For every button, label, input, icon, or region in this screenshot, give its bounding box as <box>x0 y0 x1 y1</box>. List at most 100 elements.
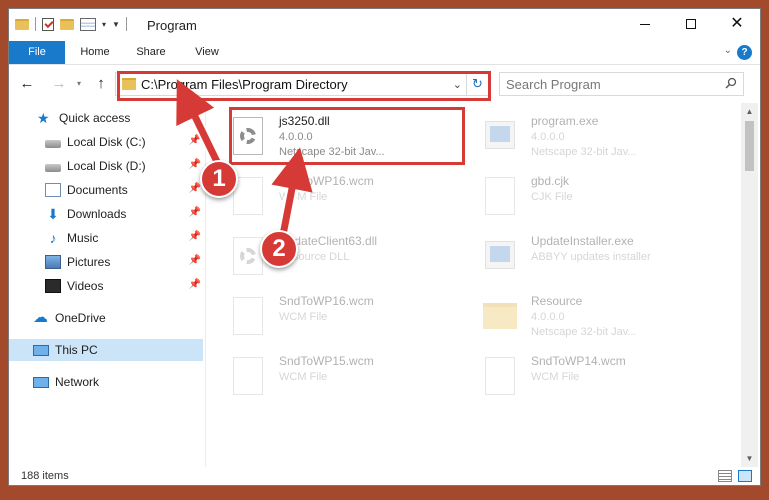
download-icon: ⬇ <box>47 206 59 222</box>
file-name: SndToWP16.wcm <box>279 174 374 188</box>
sidebar-item-onedrive[interactable]: ☁ OneDrive <box>9 307 203 329</box>
file-item-sndtowp14-wcm[interactable]: SndToWP14.wcm WCM File <box>483 351 723 403</box>
file-name: SndToWP15.wcm <box>279 354 374 368</box>
step-2-callout: 2 <box>260 230 298 268</box>
file-item-sndtowp15-wcm[interactable]: SndToWP15.wcm WCM File <box>231 351 471 403</box>
file-type: WCM File <box>531 371 580 383</box>
title-bar: ▾ ▼ Program ✕ <box>9 9 760 43</box>
sidebar-item-this-pc[interactable]: This PC <box>9 339 203 361</box>
tab-file[interactable]: File <box>9 41 65 64</box>
document-icon <box>483 177 517 217</box>
sidebar-item-documents[interactable]: Documents 📌 <box>9 179 203 201</box>
window-title: Program <box>147 18 197 33</box>
new-folder-icon[interactable] <box>60 18 74 30</box>
close-icon: ✕ <box>730 15 744 32</box>
vertical-scrollbar[interactable]: ▲ ▼ <box>741 103 758 467</box>
sidebar-item-label: OneDrive <box>55 311 106 325</box>
pin-icon[interactable]: 📌 <box>189 255 201 266</box>
file-type: CJK File <box>531 191 573 203</box>
quick-access-toolbar: ▾ ▼ <box>15 17 127 31</box>
sidebar-item-quick-access[interactable]: ★ Quick access <box>9 107 203 129</box>
properties-icon[interactable] <box>80 17 96 31</box>
pin-icon[interactable]: 📌 <box>189 231 201 242</box>
tab-home[interactable]: Home <box>73 41 117 64</box>
close-button[interactable]: ✕ <box>714 9 760 39</box>
documents-icon <box>45 183 61 197</box>
help-icon[interactable]: ? <box>737 45 752 60</box>
sidebar-item-label: Videos <box>67 279 104 293</box>
chevron-down-icon[interactable]: ▾ <box>102 20 106 29</box>
customize-toolbar-icon[interactable]: ▼ <box>112 20 120 29</box>
sidebar-item-music[interactable]: ♪ Music 📌 <box>9 227 203 249</box>
pin-icon[interactable]: 📌 <box>189 183 201 194</box>
maximize-icon <box>686 19 696 29</box>
exe-icon <box>483 117 517 157</box>
details-view-icon[interactable] <box>718 470 732 482</box>
file-item-updateinstaller-exe[interactable]: UpdateInstaller.exe ABBYY updates instal… <box>483 231 723 283</box>
navigation-pane: ★ Quick access Local Disk (C:) 📌 Local D… <box>9 103 205 467</box>
file-item-gbd-cjk[interactable]: gbd.cjk CJK File <box>483 171 723 223</box>
scroll-up-icon[interactable]: ▲ <box>741 103 758 120</box>
sidebar-item-label: Local Disk (C:) <box>67 135 146 149</box>
sidebar-item-pictures[interactable]: Pictures 📌 <box>9 251 203 273</box>
ribbon-tabs: File Home Share View ⌄ ? <box>9 41 760 65</box>
explorer-window: ▾ ▼ Program ✕ File Home Share View ⌄ ? ←… <box>8 8 761 486</box>
file-name: Resource <box>531 294 583 308</box>
recent-locations-icon[interactable]: ▾ <box>69 74 89 94</box>
maximize-button[interactable] <box>668 9 714 39</box>
search-box[interactable] <box>499 72 744 96</box>
sidebar-item-label: This PC <box>55 343 98 357</box>
scroll-down-icon[interactable]: ▼ <box>741 450 758 467</box>
folder-icon <box>15 18 29 30</box>
tab-view[interactable]: View <box>187 41 227 64</box>
file-item-sndtowp16-wcm[interactable]: SndToWP16.wcm WCM File <box>231 171 471 223</box>
sidebar-item-label: Network <box>55 375 100 389</box>
file-type: WCM File <box>279 191 328 203</box>
pin-icon[interactable]: 📌 <box>189 159 201 170</box>
pin-icon[interactable]: 📌 <box>189 279 201 290</box>
file-type: WCM File <box>279 371 328 383</box>
file-version: 4.0.0.0 <box>531 131 565 143</box>
exe-icon <box>483 237 517 277</box>
up-arrow-icon[interactable]: ↑ <box>91 74 111 94</box>
sidebar-item-videos[interactable]: Videos 📌 <box>9 275 203 297</box>
toolbar-divider <box>125 17 127 31</box>
file-name: program.exe <box>531 114 599 128</box>
search-icon[interactable] <box>725 77 737 89</box>
disk-icon <box>45 164 61 172</box>
sidebar-item-label: Documents <box>67 183 128 197</box>
file-item-resource[interactable]: Resource 4.0.0.0 Netscape 32-bit Jav... <box>483 291 723 343</box>
scrollbar-thumb[interactable] <box>745 121 754 171</box>
pin-icon[interactable]: 📌 <box>189 207 201 218</box>
sidebar-item-local-disk-d[interactable]: Local Disk (D:) 📌 <box>9 155 203 177</box>
expand-ribbon-icon[interactable]: ⌄ <box>724 45 732 56</box>
search-input[interactable] <box>506 77 716 92</box>
pane-splitter[interactable] <box>205 103 206 467</box>
step-1-callout: 1 <box>200 160 238 198</box>
file-highlight-box <box>229 107 465 165</box>
tab-share[interactable]: Share <box>129 41 173 64</box>
file-name: SndToWP14.wcm <box>531 354 626 368</box>
file-name: gbd.cjk <box>531 174 570 188</box>
pictures-icon <box>45 255 61 269</box>
document-icon <box>483 357 517 397</box>
forward-arrow-icon[interactable]: → <box>49 74 69 94</box>
tiles-view-icon[interactable] <box>738 470 752 482</box>
status-bar: 188 items <box>9 467 760 485</box>
pin-icon[interactable]: 📌 <box>189 135 201 146</box>
this-pc-icon <box>33 344 49 356</box>
back-arrow-icon[interactable]: ← <box>17 74 37 94</box>
document-icon <box>231 357 265 397</box>
onedrive-icon: ☁ <box>33 309 48 326</box>
sidebar-item-local-disk-c[interactable]: Local Disk (C:) 📌 <box>9 131 203 153</box>
sidebar-item-label: Local Disk (D:) <box>67 159 146 173</box>
disk-icon <box>45 140 61 148</box>
sidebar-item-network[interactable]: Network <box>9 371 203 393</box>
file-item-program-exe[interactable]: program.exe 4.0.0.0 Netscape 32-bit Jav.… <box>483 111 723 163</box>
properties-check-icon[interactable] <box>42 17 54 31</box>
videos-icon <box>45 279 61 293</box>
sidebar-item-downloads[interactable]: ⬇ Downloads 📌 <box>9 203 203 225</box>
document-icon <box>231 297 265 337</box>
file-item-sndtowp16-wcm[interactable]: SndToWP16.wcm WCM File <box>231 291 471 343</box>
minimize-button[interactable] <box>622 9 668 39</box>
